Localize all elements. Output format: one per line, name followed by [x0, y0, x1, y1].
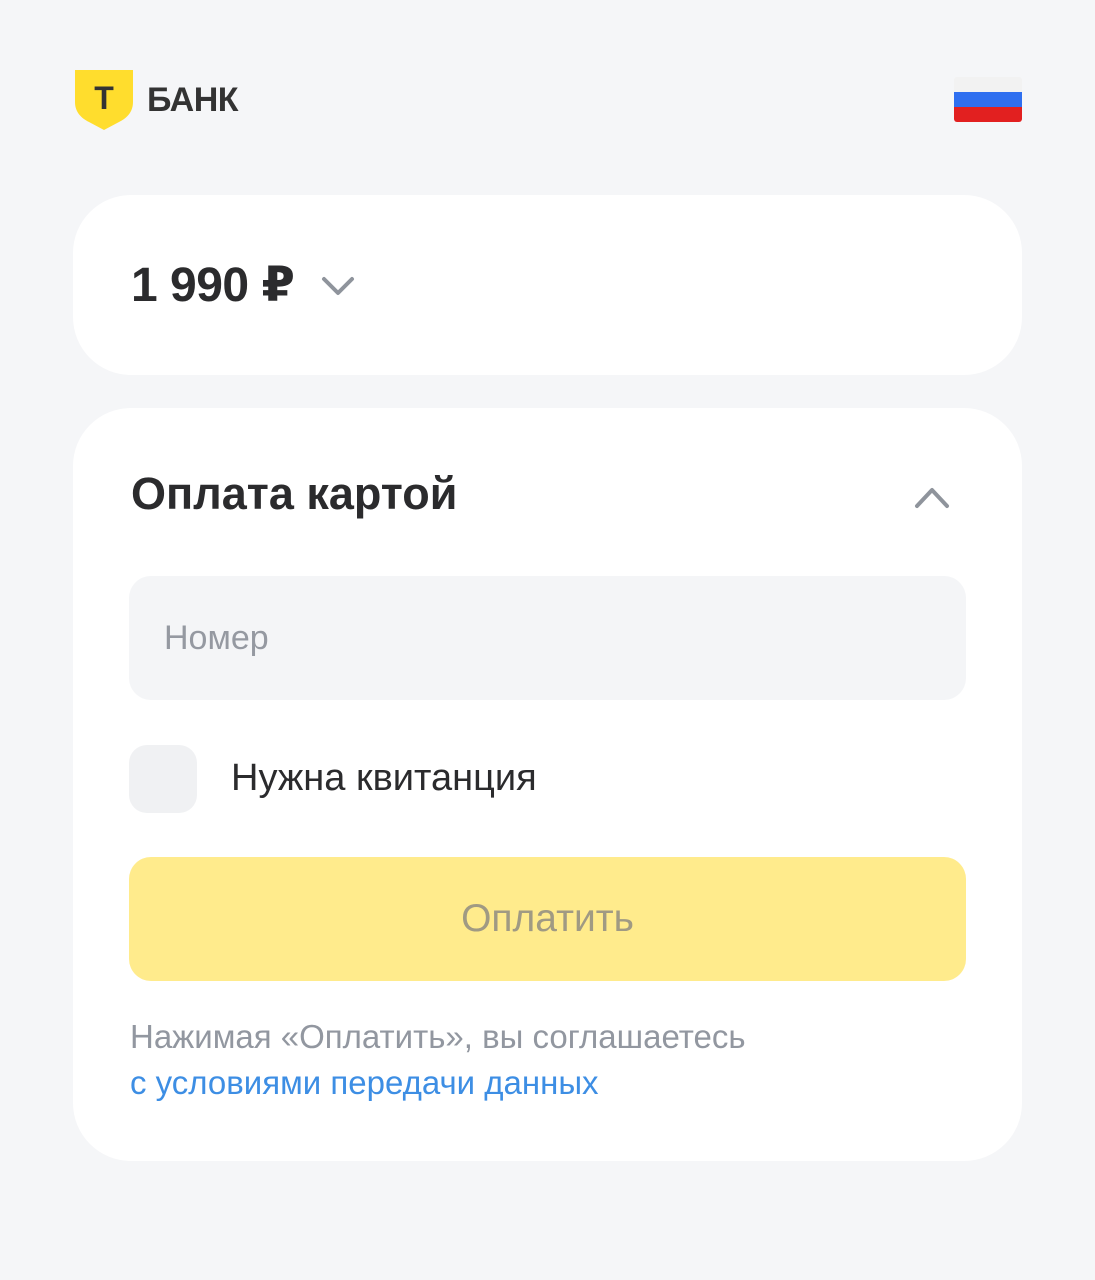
logo-letter: Т — [94, 80, 114, 116]
amount-selector[interactable]: 1 990 ₽ — [131, 257, 356, 313]
chevron-down-icon — [322, 277, 355, 295]
receipt-checkbox-label[interactable]: Нужна квитанция — [231, 757, 537, 800]
flag-red-stripe — [954, 107, 1022, 122]
receipt-checkbox[interactable] — [129, 745, 197, 813]
shield-logo-icon: Т — [75, 70, 133, 130]
flag-blue-stripe — [954, 92, 1022, 107]
terms-notice: Нажимая «Оплатить», вы соглашаетесь с ус… — [130, 1014, 970, 1106]
pay-button[interactable]: Оплатить — [129, 857, 966, 981]
amount-value: 1 990 ₽ — [131, 259, 295, 312]
terms-text: Нажимая «Оплатить», вы соглашаетесь — [130, 1018, 746, 1055]
header: Т БАНК — [0, 0, 1095, 180]
card-payment-panel: Оплата картой Нужна квитанция Оплатить Н… — [73, 408, 1022, 1161]
logo-text: БАНК — [147, 80, 239, 119]
terms-link[interactable]: с условиями передачи данных — [130, 1060, 970, 1106]
amount-card: 1 990 ₽ — [73, 195, 1022, 375]
flag-white-stripe — [954, 77, 1022, 92]
section-title: Оплата картой — [131, 468, 458, 519]
chevron-up-icon[interactable] — [913, 484, 951, 510]
russia-flag-icon[interactable] — [954, 77, 1022, 122]
card-number-input[interactable] — [129, 576, 966, 700]
bank-logo[interactable]: Т БАНК — [75, 70, 239, 130]
